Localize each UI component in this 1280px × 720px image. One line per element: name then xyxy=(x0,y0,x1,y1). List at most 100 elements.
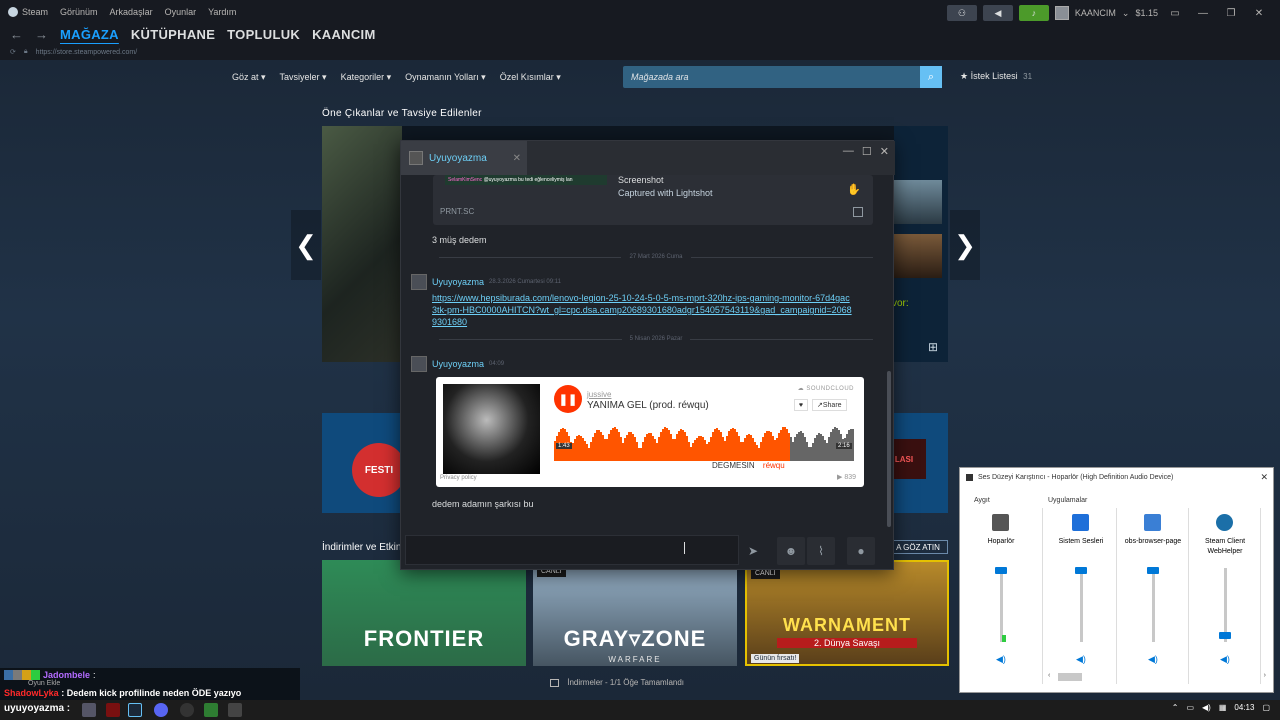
embed-title[interactable]: Screenshot xyxy=(618,175,664,185)
featured-screenshot-thumb[interactable] xyxy=(894,234,942,278)
close-icon[interactable]: ✕ xyxy=(880,145,889,158)
volume-slider-track[interactable] xyxy=(1000,568,1003,642)
chat-tab[interactable]: Uyuyoyazma ✕ xyxy=(401,141,527,175)
downloads-status[interactable]: İndirmeler - 1/1 Öğe Tamamlandı xyxy=(550,678,684,687)
scroll-left-icon[interactable]: ‹ xyxy=(1048,672,1050,679)
chat-messages[interactable]: SelamKimSenc @uyuyoyazma bu tedi eğlence… xyxy=(401,175,887,529)
embed-thumbnail[interactable]: SelamKimSenc @uyuyoyazma bu tedi eğlence… xyxy=(445,175,607,185)
privacy-policy-link[interactable]: Privacy policy xyxy=(440,475,477,481)
send-button[interactable]: ➤ xyxy=(739,537,767,565)
game-card[interactable]: CANLI WARNAMENT 2. Dünya Savaşı Günün fı… xyxy=(745,560,949,666)
menu-help[interactable]: Yardım xyxy=(208,7,236,17)
like-button[interactable]: ♥ xyxy=(794,399,808,411)
soundcloud-logo[interactable]: ☁ SOUNDCLOUD xyxy=(798,385,854,392)
taskbar-app-icon[interactable] xyxy=(204,703,218,717)
featured-screenshot-thumb[interactable] xyxy=(894,180,942,224)
obs-taskbar-icon[interactable] xyxy=(180,703,194,717)
wishlist-link[interactable]: ★ İstek Listesi 31 xyxy=(960,71,1032,82)
discord-taskbar-icon[interactable] xyxy=(154,703,168,717)
carousel-prev-button[interactable]: ❮ xyxy=(291,210,321,280)
attach-button[interactable]: ⌇ xyxy=(807,537,835,565)
sender-name[interactable]: Uyuyoyazma xyxy=(432,359,484,369)
reaction-icon[interactable]: ✋ xyxy=(847,183,861,196)
carousel-next-button[interactable]: ❯ xyxy=(950,210,980,280)
volume-slider-thumb[interactable] xyxy=(1219,631,1231,639)
copy-icon[interactable] xyxy=(853,207,863,217)
store-nav-ways-to-play[interactable]: Oynamanın Yolları ▾ xyxy=(405,72,486,83)
mute-speaker-icon[interactable]: ◀) xyxy=(1076,654,1086,665)
volume-tray-icon[interactable]: ◀) xyxy=(1202,703,1211,712)
tray-overflow-icon[interactable]: ⌃ xyxy=(1172,703,1179,712)
store-nav-recommendations[interactable]: Tavsiyeler ▾ xyxy=(280,72,327,83)
store-nav-special-sections[interactable]: Özel Kısımlar ▾ xyxy=(500,72,561,83)
volume-slider-track[interactable] xyxy=(1080,568,1083,642)
scroll-thumb[interactable] xyxy=(1058,673,1082,681)
track-title[interactable]: YANIMA GEL (prod. réwqu) xyxy=(587,400,709,411)
chat-input[interactable] xyxy=(405,535,739,565)
account-avatar[interactable] xyxy=(1054,6,1069,20)
mute-speaker-icon[interactable]: ◀) xyxy=(1148,654,1158,665)
close-icon[interactable]: ✕ xyxy=(1260,472,1268,483)
store-search-button[interactable]: ⌕ xyxy=(920,66,942,88)
sender-avatar[interactable] xyxy=(411,356,427,372)
waveform[interactable] xyxy=(554,421,858,461)
announcements-button[interactable]: ◀ xyxy=(982,5,1013,21)
featured-capsule-image[interactable] xyxy=(322,126,402,362)
store-nav-browse[interactable]: Göz at ▾ xyxy=(232,72,266,83)
volume-slider-track[interactable] xyxy=(1224,568,1227,642)
broadcast-button[interactable]: ⚇ xyxy=(946,5,977,21)
volume-slider-thumb[interactable] xyxy=(1075,567,1087,575)
minimize-icon[interactable]: — xyxy=(843,145,854,158)
nav-library[interactable]: KÜTÜPHANE xyxy=(131,27,215,42)
nav-store[interactable]: MAĞAZA xyxy=(60,27,119,42)
see-all-button[interactable]: A GÖZ ATIN xyxy=(888,540,948,554)
game-card[interactable]: FRONTIER xyxy=(322,560,526,666)
sender-avatar[interactable] xyxy=(411,274,427,290)
maximize-icon[interactable]: ☐ xyxy=(862,145,872,158)
minimize-icon[interactable]: — xyxy=(1192,8,1214,19)
big-picture-icon[interactable]: ▭ xyxy=(1164,8,1186,19)
taskbar-app-icon[interactable] xyxy=(106,703,120,717)
clock[interactable]: 04:13 xyxy=(1234,703,1254,712)
store-nav-categories[interactable]: Kategoriler ▾ xyxy=(341,72,392,83)
network-tray-icon[interactable]: ▦ xyxy=(1219,703,1227,712)
menu-friends[interactable]: Arkadaşlar xyxy=(110,7,153,17)
mute-speaker-icon[interactable]: ◀) xyxy=(996,654,1006,665)
sender-name[interactable]: Uyuyoyazma xyxy=(432,277,484,287)
refresh-icon[interactable]: ⟳ xyxy=(10,48,16,56)
close-tab-icon[interactable]: ✕ xyxy=(513,153,521,164)
game-card[interactable]: CANLI GRAY▿ZONE WARFARE xyxy=(533,560,737,666)
track-artist[interactable]: jussive xyxy=(587,390,611,399)
account-name[interactable]: KAANCIM xyxy=(1075,8,1116,18)
volume-slider-thumb[interactable] xyxy=(995,567,1007,575)
voice-button[interactable]: ● xyxy=(847,537,875,565)
scroll-right-icon[interactable]: › xyxy=(1264,672,1266,679)
steam-taskbar-icon[interactable] xyxy=(128,703,142,717)
close-icon[interactable]: ✕ xyxy=(1248,8,1270,19)
tray-app-icon[interactable]: ▭ xyxy=(1186,703,1194,712)
emoji-button[interactable]: ☻ xyxy=(777,537,805,565)
mixer-horizontal-scrollbar[interactable]: ‹ › xyxy=(1044,672,1272,682)
notifications-tray-icon[interactable]: ▢ xyxy=(1262,703,1270,712)
restore-icon[interactable]: ❐ xyxy=(1220,8,1242,19)
volume-slider-thumb[interactable] xyxy=(1147,567,1159,575)
comment-user[interactable]: réwqu xyxy=(763,461,785,470)
track-artwork[interactable] xyxy=(443,384,540,474)
url-text[interactable]: https://store.steampowered.com/ xyxy=(36,49,138,56)
menu-view[interactable]: Görünüm xyxy=(60,7,98,17)
taskbar-app-icon[interactable] xyxy=(228,703,242,717)
forward-arrow-icon[interactable]: → xyxy=(35,27,48,42)
menu-games[interactable]: Oyunlar xyxy=(165,7,197,17)
nav-profile[interactable]: KAANCIM xyxy=(312,27,375,42)
share-button[interactable]: ↗ Share xyxy=(812,399,847,411)
link-embed-screenshot[interactable]: SelamKimSenc @uyuyoyazma bu tedi eğlence… xyxy=(433,175,873,225)
nav-community[interactable]: TOPLULUK xyxy=(227,27,300,42)
store-search-input[interactable]: Mağazada ara xyxy=(623,66,920,88)
play-pause-button[interactable]: ❚❚ xyxy=(554,385,582,413)
mute-speaker-icon[interactable]: ◀) xyxy=(1220,654,1230,665)
volume-slider-track[interactable] xyxy=(1152,568,1155,642)
steam-logo[interactable]: Steam xyxy=(8,7,48,17)
taskbar-app-icon[interactable] xyxy=(82,703,96,717)
back-arrow-icon[interactable]: ← xyxy=(10,27,23,42)
chat-message-link[interactable]: https://www.hepsiburada.com/lenovo-legio… xyxy=(432,292,852,328)
